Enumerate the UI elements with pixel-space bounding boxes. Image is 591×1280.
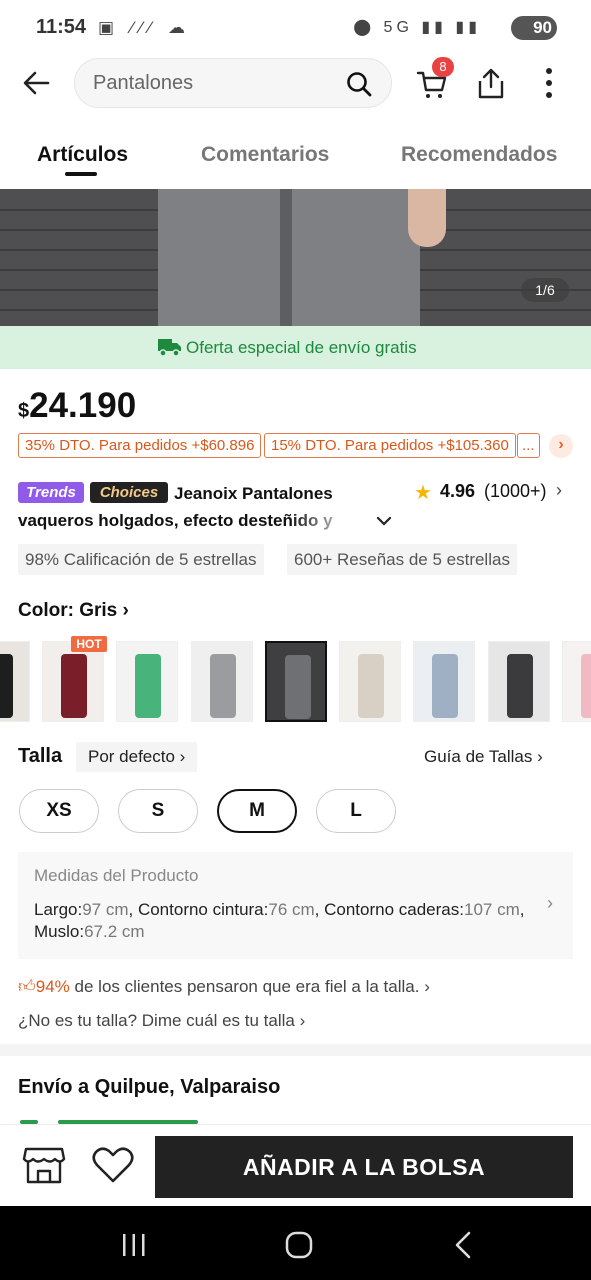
share-icon[interactable]	[476, 66, 506, 100]
price-value: 24.190	[29, 386, 137, 425]
color-swatch-dark-gray[interactable]	[488, 641, 550, 722]
swatch-product-thumbnail	[61, 654, 87, 718]
fit-percent: 94%	[35, 977, 70, 996]
price: $24.190	[18, 386, 136, 426]
system-back-icon[interactable]	[453, 1231, 473, 1259]
active-tab-indicator	[65, 172, 97, 176]
search-icon[interactable]	[345, 70, 373, 98]
cart-count-badge: 8	[432, 57, 454, 77]
swatch-product-thumbnail	[358, 654, 384, 718]
product-page: 11:54 ▣ ⁄⁄⁄ ☁ ⬤ 5G ▮▮ ▮▮ 90 Pantalones 8…	[0, 0, 591, 1280]
size-option-l[interactable]: L	[316, 789, 396, 833]
search-input[interactable]: Pantalones	[93, 72, 193, 95]
search-bar[interactable]: Pantalones	[74, 58, 392, 108]
color-swatch-burgundy[interactable]	[42, 641, 104, 722]
color-swatch-green[interactable]	[116, 641, 178, 722]
price-currency: $	[18, 400, 30, 422]
rating-count[interactable]: (1000+)	[484, 481, 547, 502]
swatch-product-thumbnail	[285, 655, 311, 719]
shipping-destination[interactable]: Envío a Quilpue, Valparaiso	[18, 1076, 280, 1099]
size-option-xs[interactable]: XS	[19, 789, 99, 833]
add-to-bag-button[interactable]: AÑADIR A LA BOLSA	[155, 1136, 573, 1198]
size-guide-link[interactable]: Guía de Tallas ›	[424, 747, 543, 767]
choices-badge: Choices	[90, 482, 168, 503]
free-shipping-banner: Oferta especial de envío gratis	[0, 326, 591, 369]
color-swatch-beige[interactable]	[339, 641, 401, 722]
color-swatch-black[interactable]	[0, 641, 30, 722]
measurements-title: Medidas del Producto	[34, 866, 199, 885]
measurements-text: Largo:97 cm, Contorno cintura:76 cm, Con…	[34, 900, 525, 941]
size-label: Talla	[18, 745, 63, 767]
measurements-chevron-icon[interactable]: ›	[547, 893, 553, 914]
section-divider	[0, 1044, 591, 1056]
star-icon: ★	[414, 482, 432, 504]
swatch-product-thumbnail	[581, 654, 591, 718]
rating-chip: 98% Calificación de 5 estrellas	[18, 544, 264, 575]
size-help-link[interactable]: ¿No es tu talla? Dime cuál es tu talla ›	[18, 1011, 305, 1031]
status-bar: 11:54 ▣ ⁄⁄⁄ ☁ ⬤ 5G ▮▮ ▮▮ 90	[0, 0, 591, 56]
signal-icons: ⬤ 5G ▮▮ ▮▮	[353, 19, 481, 36]
product-image-gallery[interactable]: 1/6	[0, 189, 591, 326]
coupon-tag[interactable]: 15% DTO. Para pedidos +$105.360	[264, 433, 516, 458]
product-title: Jeanoix Pantalones	[174, 484, 333, 503]
rating-chevron-icon[interactable]: ›	[556, 480, 562, 501]
shipping-banner-text: Oferta especial de envío gratis	[186, 338, 417, 357]
size-system-selector[interactable]: Por defecto ›	[76, 742, 198, 772]
swatch-product-thumbnail	[135, 654, 161, 718]
tab-articulos[interactable]: Artículos	[37, 143, 128, 167]
expand-title-chevron-icon[interactable]	[374, 512, 394, 530]
color-swatch-pink[interactable]	[562, 641, 591, 722]
true-to-size-info[interactable]: 👍︎94% de los clientes pensaron que era f…	[18, 976, 430, 997]
product-title-line2: vaqueros holgados, efecto desteñido y	[18, 511, 333, 530]
tab-comentarios[interactable]: Comentarios	[201, 143, 329, 167]
back-arrow-icon[interactable]	[20, 66, 54, 100]
coupon-chevron-icon[interactable]: ›	[549, 434, 573, 458]
notification-icons: ▣ ⁄⁄⁄ ☁	[98, 18, 192, 37]
color-label[interactable]: Color: Gris ›	[18, 600, 129, 622]
store-icon[interactable]	[22, 1145, 66, 1185]
truck-icon	[158, 339, 181, 357]
tab-recomendados[interactable]: Recomendados	[401, 143, 557, 167]
hot-badge: HOT	[71, 636, 107, 652]
size-option-m[interactable]: M	[217, 789, 297, 833]
coupon-more[interactable]: ...	[517, 433, 540, 458]
system-navigation-bar	[0, 1206, 591, 1280]
home-icon[interactable]	[285, 1231, 313, 1259]
rating-value[interactable]: 4.96	[440, 481, 475, 502]
bottom-action-bar: AÑADIR A LA BOLSA	[0, 1124, 591, 1206]
thumbs-up-icon: 👍︎	[18, 977, 36, 996]
image-pager: 1/6	[521, 278, 569, 302]
more-options-icon[interactable]	[538, 66, 560, 100]
wishlist-heart-icon[interactable]	[90, 1145, 136, 1185]
color-swatch-light-blue[interactable]	[413, 641, 475, 722]
battery-icon: 90	[511, 16, 557, 40]
trends-badge: Trends	[18, 482, 84, 503]
status-time: 11:54	[36, 16, 87, 38]
product-measurements[interactable]: Medidas del Producto Largo:97 cm, Contor…	[18, 852, 573, 959]
size-option-s[interactable]: S	[118, 789, 198, 833]
recent-apps-icon[interactable]	[122, 1234, 146, 1256]
color-swatch-gray[interactable]	[265, 641, 327, 722]
swatch-product-thumbnail	[507, 654, 533, 718]
swatch-product-thumbnail	[432, 654, 458, 718]
color-swatch-light-gray[interactable]	[191, 641, 253, 722]
swatch-product-thumbnail	[0, 654, 13, 718]
coupon-tag[interactable]: 35% DTO. Para pedidos +$60.896	[18, 433, 262, 458]
swatch-product-thumbnail	[210, 654, 236, 718]
reviews-chip: 600+ Reseñas de 5 estrellas	[287, 544, 517, 575]
